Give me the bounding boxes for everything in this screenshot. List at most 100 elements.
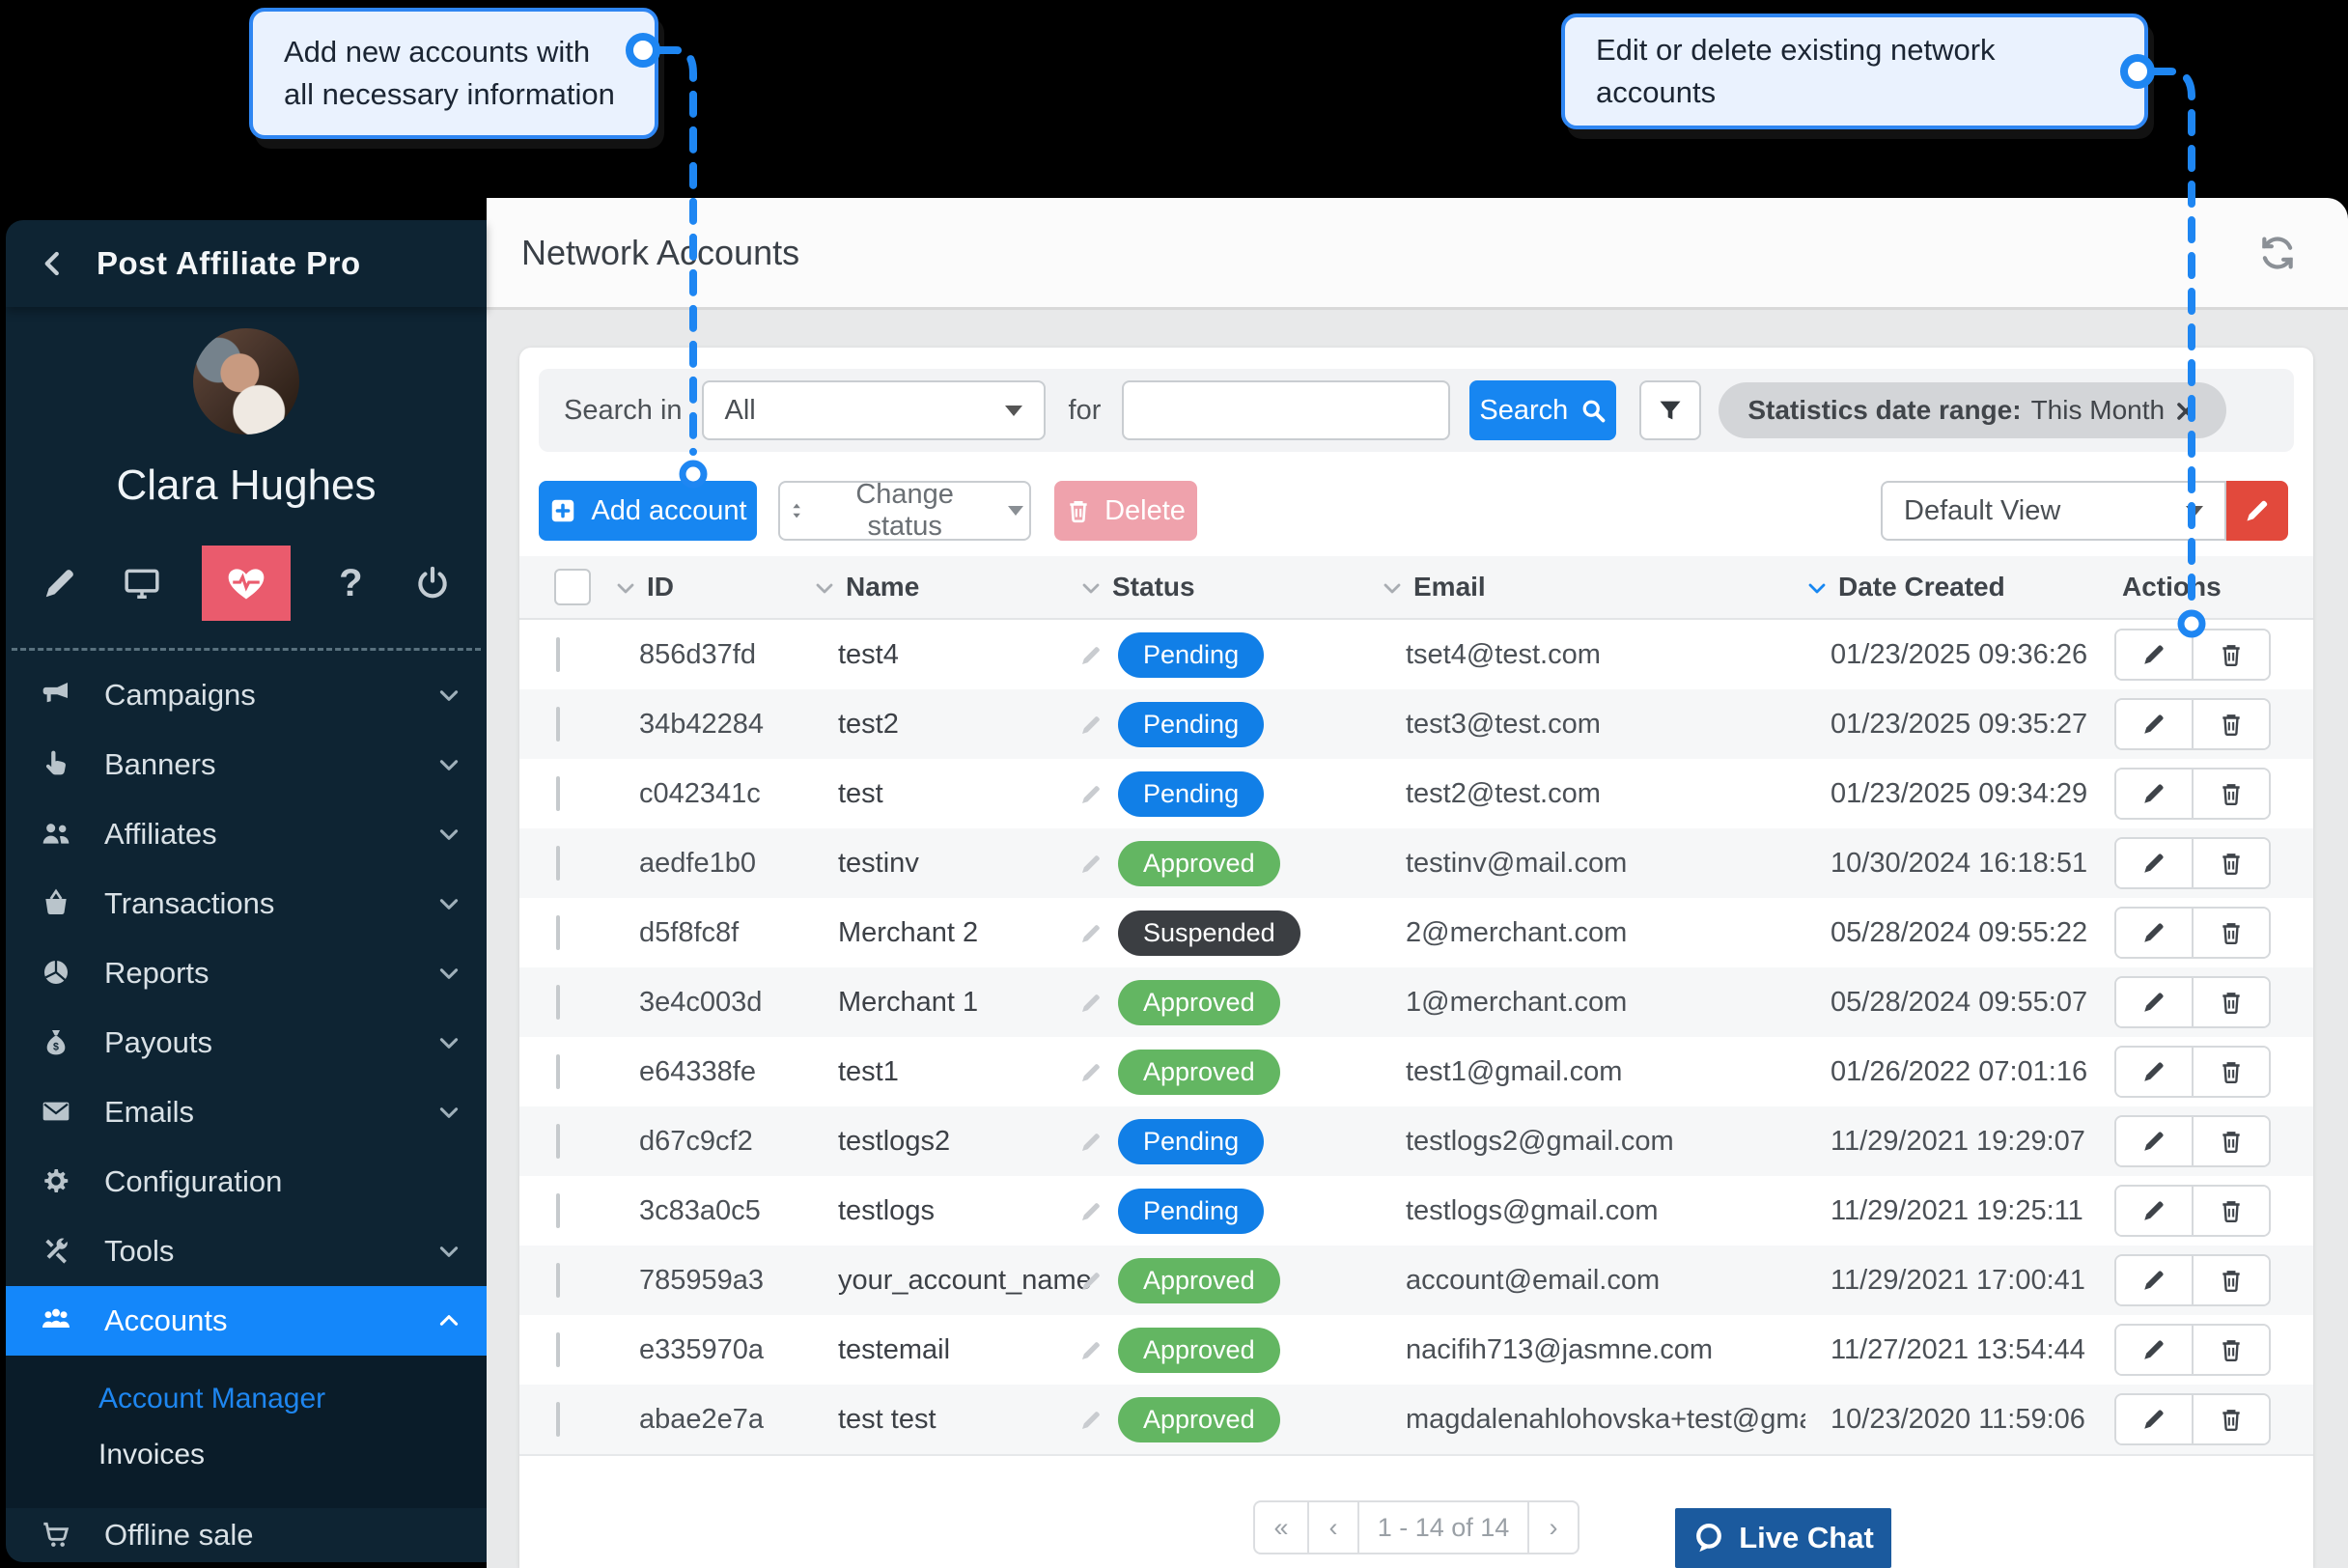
- live-chat-button[interactable]: Live Chat: [1675, 1508, 1891, 1568]
- delete-button[interactable]: Delete: [1054, 481, 1197, 541]
- sidebar-item-accounts[interactable]: Accounts: [6, 1286, 487, 1356]
- delete-row-button[interactable]: [2192, 770, 2269, 818]
- row-checkbox[interactable]: [556, 1193, 560, 1228]
- sidebar-item-emails[interactable]: Emails: [6, 1078, 487, 1147]
- sidebar-item-offline-sale[interactable]: Offline sale: [6, 1508, 487, 1562]
- chevron-left-icon[interactable]: [39, 249, 68, 278]
- delete-row-button[interactable]: [2192, 839, 2269, 887]
- sidebar-item-banners[interactable]: Banners: [6, 730, 487, 799]
- sidebar-item-tools[interactable]: Tools: [6, 1217, 487, 1286]
- column-header-email[interactable]: Email: [1381, 572, 1805, 602]
- edit-status-pencil-icon[interactable]: [1079, 921, 1103, 944]
- view-select[interactable]: Default View: [1881, 481, 2226, 541]
- monitor-icon[interactable]: [121, 562, 163, 604]
- row-actions: [2114, 1185, 2271, 1237]
- row-checkbox[interactable]: [556, 1263, 560, 1298]
- delete-row-button[interactable]: [2192, 978, 2269, 1026]
- edit-row-button[interactable]: [2116, 700, 2192, 748]
- stats-date-range-chip[interactable]: Statistics date range: This Month: [1719, 382, 2226, 438]
- sidebar-item-reports[interactable]: Reports: [6, 938, 487, 1008]
- column-header-date-created[interactable]: Date Created: [1805, 572, 2114, 602]
- delete-row-button[interactable]: [2192, 700, 2269, 748]
- select-all-checkbox[interactable]: [554, 569, 591, 605]
- pagination-first-button[interactable]: «: [1253, 1500, 1309, 1554]
- row-checkbox[interactable]: [556, 1124, 560, 1159]
- cell-name: test: [813, 778, 1079, 810]
- edit-status-pencil-icon[interactable]: [1079, 852, 1103, 875]
- pagination-prev-button[interactable]: ‹: [1307, 1500, 1359, 1554]
- edit-row-button[interactable]: [2116, 1256, 2192, 1304]
- edit-status-pencil-icon[interactable]: [1079, 991, 1103, 1014]
- edit-row-button[interactable]: [2116, 770, 2192, 818]
- row-checkbox[interactable]: [556, 1402, 560, 1437]
- edit-status-pencil-icon[interactable]: [1079, 1408, 1103, 1431]
- chevron-down-icon: [1008, 506, 1023, 516]
- add-account-button[interactable]: Add account: [539, 481, 757, 541]
- column-header-status[interactable]: Status: [1079, 572, 1381, 602]
- edit-view-button[interactable]: [2226, 481, 2288, 541]
- refresh-icon[interactable]: [2257, 233, 2298, 273]
- edit-status-pencil-icon[interactable]: [1079, 1338, 1103, 1361]
- submenu-item-invoices[interactable]: Invoices: [6, 1427, 487, 1483]
- delete-row-button[interactable]: [2192, 1256, 2269, 1304]
- change-status-button[interactable]: Change status: [778, 481, 1031, 541]
- row-checkbox[interactable]: [556, 985, 560, 1020]
- sidebar-item-label: Accounts: [104, 1303, 228, 1338]
- submenu-item-account-manager[interactable]: Account Manager: [6, 1371, 487, 1427]
- edit-row-button[interactable]: [2116, 1187, 2192, 1235]
- sidebar-item-transactions[interactable]: Transactions: [6, 869, 487, 938]
- sidebar-item-affiliates[interactable]: Affiliates: [6, 799, 487, 869]
- column-header-name[interactable]: Name: [813, 572, 1079, 602]
- edit-row-button[interactable]: [2116, 1395, 2192, 1443]
- edit-status-pencil-icon[interactable]: [1079, 1199, 1103, 1222]
- edit-row-button[interactable]: [2116, 839, 2192, 887]
- pencil-icon[interactable]: [39, 562, 81, 604]
- search-term-input[interactable]: [1122, 380, 1450, 440]
- row-checkbox[interactable]: [556, 1332, 560, 1367]
- power-icon[interactable]: [411, 562, 454, 604]
- question-icon[interactable]: ?: [329, 562, 372, 604]
- search-in-select[interactable]: All: [702, 380, 1046, 440]
- delete-row-button[interactable]: [2192, 1117, 2269, 1165]
- edit-status-pencil-icon[interactable]: [1079, 643, 1103, 666]
- delete-row-button[interactable]: [2192, 1326, 2269, 1374]
- row-checkbox[interactable]: [556, 846, 560, 881]
- delete-row-button[interactable]: [2192, 1187, 2269, 1235]
- close-icon[interactable]: [2174, 399, 2197, 422]
- row-checkbox[interactable]: [556, 1054, 560, 1089]
- edit-row-button[interactable]: [2116, 630, 2192, 679]
- edit-row-button[interactable]: [2116, 1048, 2192, 1096]
- column-header-id[interactable]: ID: [614, 572, 813, 602]
- row-checkbox[interactable]: [556, 915, 560, 950]
- row-checkbox[interactable]: [556, 776, 560, 811]
- cell-name: your_account_name: [813, 1265, 1079, 1297]
- filter-button[interactable]: [1639, 380, 1701, 440]
- sidebar-item-payouts[interactable]: $Payouts: [6, 1008, 487, 1078]
- row-checkbox[interactable]: [556, 707, 560, 742]
- row-actions: [2114, 1324, 2271, 1376]
- page-header: Network Accounts: [487, 198, 2348, 310]
- cell-date-created: 05/28/2024 09:55:22: [1805, 917, 2114, 949]
- sidebar-item-configuration[interactable]: Configuration: [6, 1147, 487, 1217]
- heartbeat-icon[interactable]: [202, 546, 291, 621]
- edit-row-button[interactable]: [2116, 909, 2192, 957]
- edit-row-button[interactable]: [2116, 978, 2192, 1026]
- delete-row-button[interactable]: [2192, 1395, 2269, 1443]
- edit-status-pencil-icon[interactable]: [1079, 782, 1103, 805]
- edit-status-pencil-icon[interactable]: [1079, 1060, 1103, 1083]
- avatar[interactable]: [193, 328, 299, 434]
- sidebar-item-campaigns[interactable]: Campaigns: [6, 660, 487, 730]
- edit-status-pencil-icon[interactable]: [1079, 1130, 1103, 1153]
- chevron-down-icon: [436, 1239, 461, 1264]
- edit-row-button[interactable]: [2116, 1117, 2192, 1165]
- pagination-next-button[interactable]: ›: [1527, 1500, 1579, 1554]
- edit-row-button[interactable]: [2116, 1326, 2192, 1374]
- row-checkbox[interactable]: [556, 637, 560, 672]
- edit-status-pencil-icon[interactable]: [1079, 1269, 1103, 1292]
- delete-row-button[interactable]: [2192, 1048, 2269, 1096]
- delete-row-button[interactable]: [2192, 909, 2269, 957]
- delete-row-button[interactable]: [2192, 630, 2269, 679]
- sort-chevron-icon: [1381, 575, 1404, 599]
- search-button[interactable]: Search: [1469, 380, 1616, 440]
- edit-status-pencil-icon[interactable]: [1079, 713, 1103, 736]
